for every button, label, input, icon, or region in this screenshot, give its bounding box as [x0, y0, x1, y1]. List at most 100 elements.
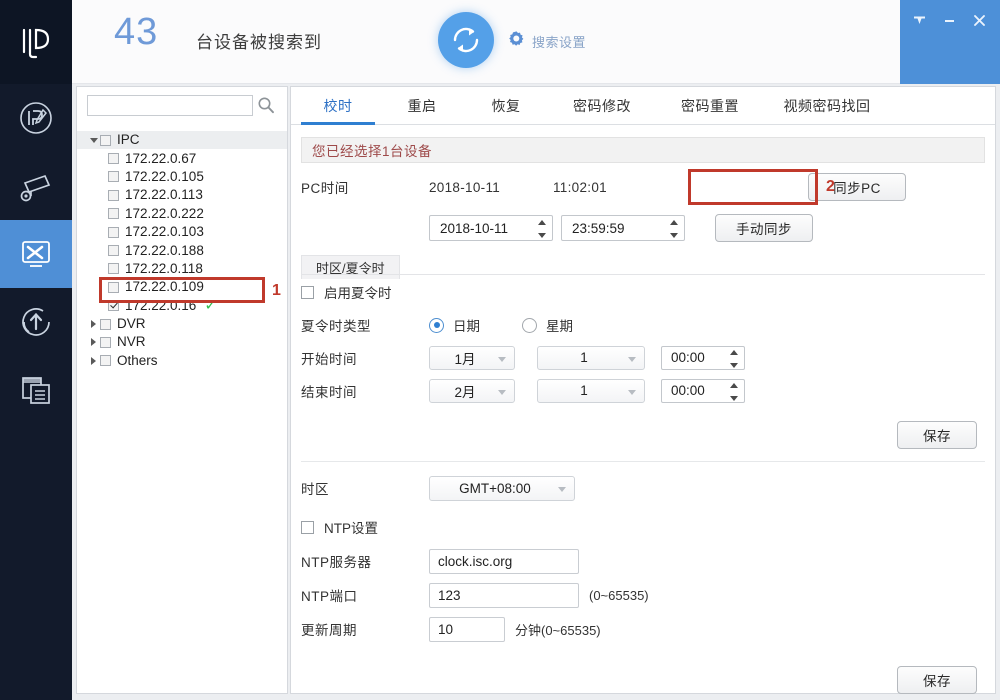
update-interval-input[interactable] [429, 616, 505, 642]
tree-node-device[interactable]: 172.22.0.67 [77, 149, 287, 167]
tab-time-sync[interactable]: 校时 [301, 87, 375, 125]
ntp-enable-checkbox[interactable] [301, 520, 314, 534]
minimize-button[interactable] [934, 7, 964, 33]
timezone-dst-chip[interactable]: 时区/夏令时 [301, 255, 400, 279]
close-button[interactable] [964, 7, 994, 33]
tree-checkbox[interactable] [100, 134, 111, 146]
dst-end-time-value: 00:00 [671, 383, 705, 398]
sidebar-item-logs[interactable] [0, 356, 72, 424]
chevron-right-icon[interactable] [87, 356, 100, 365]
ntp-enable-label: NTP设置 [324, 521, 378, 536]
tree-checkbox[interactable] [100, 355, 111, 367]
tree-checkbox-checked[interactable] [108, 300, 119, 312]
ntp-server-label: NTP服务器 [301, 555, 372, 570]
tree-node-device[interactable]: 172.22.0.103 [77, 223, 287, 241]
dst-type-date-label: 日期 [453, 319, 480, 334]
tree-node-device[interactable]: 172.22.0.188 [77, 241, 287, 259]
chevron-right-icon[interactable] [87, 320, 100, 329]
sync-pc-button[interactable]: 同步PC [808, 173, 906, 201]
pc-clock-value: 11:02:01 [553, 179, 607, 195]
sidebar-item-upgrade[interactable] [0, 288, 72, 356]
chevron-right-icon[interactable] [87, 338, 100, 347]
stepper-arrows[interactable] [538, 220, 546, 238]
manual-date-value: 2018-10-11 [440, 220, 509, 236]
monitor-tools-icon [14, 234, 58, 274]
chevron-down-icon [498, 356, 506, 362]
dst-type-radio-date[interactable] [429, 317, 444, 333]
tree-node-device[interactable]: 172.22.0.113 [77, 186, 287, 204]
tree-node-others[interactable]: Others [77, 352, 287, 370]
dst-start-label: 开始时间 [301, 351, 357, 367]
sidebar-item-camera[interactable] [0, 152, 72, 220]
search-icon[interactable] [257, 96, 275, 119]
tab-label: 重启 [407, 97, 437, 114]
dst-end-month-select[interactable]: 2月 [429, 378, 515, 403]
chevron-down-icon[interactable] [87, 137, 100, 143]
tree-checkbox[interactable] [108, 226, 119, 238]
dst-end-day-select[interactable]: 1 [537, 378, 645, 403]
pc-date-value: 2018-10-11 [429, 179, 501, 195]
enable-dst-label: 启用夏令时 [324, 286, 392, 301]
camera-gear-icon [15, 166, 57, 206]
tree-node-label: IPC [117, 132, 140, 148]
tree-checkbox[interactable] [108, 153, 119, 165]
tab-password-reset[interactable]: 密码重置 [661, 87, 759, 124]
tree-checkbox[interactable] [108, 263, 119, 275]
tree-node-device[interactable]: 172.22.0.222 [77, 205, 287, 223]
manual-time-value: 23:59:59 [572, 220, 625, 236]
tree-node-label: NVR [117, 334, 146, 350]
sidebar-item-tools[interactable] [0, 220, 72, 288]
dst-start-time-stepper[interactable]: 00:00 [661, 345, 745, 370]
search-settings-button[interactable]: 搜索设置 [508, 30, 586, 52]
tree-checkbox[interactable] [108, 208, 119, 220]
tree-node-device[interactable]: 172.22.0.105 [77, 168, 287, 186]
manual-time-stepper[interactable]: 23:59:59 [561, 215, 685, 241]
tab-reboot[interactable]: 重启 [385, 87, 459, 124]
tree-node-dvr[interactable]: DVR [77, 315, 287, 333]
tab-password-change[interactable]: 密码修改 [553, 87, 651, 124]
ntp-save-button[interactable]: 保存 [897, 666, 977, 694]
sidebar-item-ip-config[interactable] [0, 84, 72, 152]
ntp-server-input[interactable] [429, 548, 579, 574]
tree-checkbox[interactable] [108, 281, 119, 293]
tree-node-device[interactable]: 172.22.0.109 [77, 278, 287, 296]
dst-end-time-stepper[interactable]: 00:00 [661, 378, 745, 403]
stepper-arrows[interactable] [670, 220, 678, 238]
app-header: 43 台设备被搜索到 搜索设置 [72, 0, 1000, 84]
left-navigation-rail [0, 0, 72, 700]
dst-start-month-select[interactable]: 1月 [429, 345, 515, 370]
dst-end-label: 结束时间 [301, 384, 357, 400]
ntp-port-hint: (0~65535) [589, 587, 649, 603]
search-input[interactable] [87, 95, 253, 116]
tree-checkbox[interactable] [100, 336, 111, 348]
manual-date-stepper[interactable]: 2018-10-11 [429, 215, 553, 241]
tree-node-ipc[interactable]: IPC [77, 131, 287, 150]
stepper-arrows[interactable] [730, 349, 738, 368]
enable-dst-checkbox[interactable] [301, 285, 314, 299]
dst-save-button[interactable]: 保存 [897, 421, 977, 449]
dst-type-radio-week[interactable] [522, 317, 537, 333]
tree-node-label: 172.22.0.109 [125, 279, 204, 295]
dropdown-button[interactable] [904, 7, 934, 33]
tree-checkbox[interactable] [108, 189, 119, 201]
application-window: 43 台设备被搜索到 搜索设置 IPC 172.22.0.67 172.22.0… [0, 0, 1000, 700]
tree-node-label: 172.22.0.16 [125, 297, 197, 313]
ntp-port-input[interactable] [429, 582, 579, 608]
stepper-arrows[interactable] [730, 382, 738, 401]
dst-start-day-select[interactable]: 1 [537, 345, 645, 370]
tree-node-device-selected[interactable]: 172.22.0.16 ✓ [77, 297, 287, 315]
timezone-label: 时区 [301, 482, 329, 497]
tree-node-nvr[interactable]: NVR [77, 333, 287, 351]
tab-video-password-recovery[interactable]: 视频密码找回 [769, 87, 885, 124]
tree-checkbox[interactable] [100, 318, 111, 330]
content-panel: 校时 重启 恢复 密码修改 密码重置 视频密码找回 您已经选择1台设备 PC时间… [290, 86, 996, 694]
refresh-button[interactable] [438, 12, 494, 68]
tab-restore[interactable]: 恢复 [469, 87, 543, 124]
tree-checkbox[interactable] [108, 245, 119, 257]
ntp-port-label: NTP端口 [301, 589, 358, 604]
tree-checkbox[interactable] [108, 171, 119, 183]
search-settings-label: 搜索设置 [532, 34, 587, 50]
tree-node-device[interactable]: 172.22.0.118 [77, 260, 287, 278]
manual-sync-button[interactable]: 手动同步 [715, 214, 813, 242]
timezone-select[interactable]: GMT+08:00 [429, 475, 575, 501]
